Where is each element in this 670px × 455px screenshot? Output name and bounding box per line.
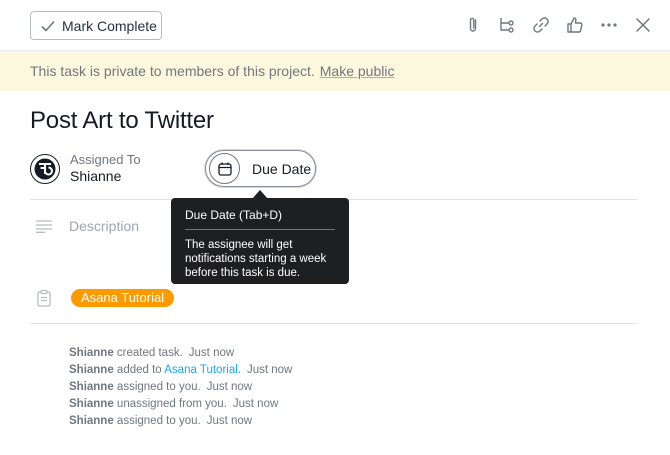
- assignee-field[interactable]: Assigned To Shianne: [30, 152, 141, 185]
- assignee-name: Shianne: [70, 168, 122, 184]
- activity-user[interactable]: Shianne: [69, 398, 114, 410]
- activity-user[interactable]: Shianne: [69, 364, 114, 376]
- activity-item: Shianne created task. Just now: [69, 345, 292, 362]
- link-icon[interactable]: [530, 14, 552, 36]
- activity-item: Shianne added to Asana Tutorial. Just now: [69, 362, 292, 379]
- activity-user[interactable]: Shianne: [69, 415, 114, 427]
- task-title[interactable]: Post Art to Twitter: [30, 107, 214, 135]
- description-input[interactable]: Description: [69, 218, 139, 234]
- make-public-link[interactable]: Make public: [320, 63, 395, 79]
- activity-time: Just now: [206, 381, 253, 393]
- check-icon: [41, 20, 55, 32]
- banner-text: This task is private to members of this …: [30, 63, 315, 79]
- activity-action: assigned to you.: [113, 415, 201, 427]
- close-icon[interactable]: [632, 14, 654, 36]
- toolbar-actions: [450, 14, 654, 36]
- mark-complete-label: Mark Complete: [62, 17, 157, 34]
- activity-time: Just now: [206, 415, 253, 427]
- tooltip-body: The assignee will get notifications star…: [185, 239, 327, 279]
- activity-item: Shianne assigned to you. Just now: [69, 379, 292, 396]
- activity-action: added to: [113, 364, 165, 376]
- activity-time: Just now: [246, 364, 293, 376]
- private-task-banner: This task is private to members of this …: [0, 51, 670, 91]
- tooltip-title: Due Date (Tab+D): [185, 208, 335, 230]
- activity-time: Just now: [232, 398, 279, 410]
- activity-item: Shianne unassigned from you. Just now: [69, 396, 292, 413]
- task-toolbar: Mark Complete: [0, 0, 670, 51]
- clipboard-icon: [37, 289, 51, 307]
- user-avatar-icon: [34, 158, 56, 179]
- due-date-label: Due Date: [252, 160, 312, 177]
- avatar: [30, 153, 60, 184]
- activity-time: Just now: [188, 347, 235, 359]
- description-icon: [36, 220, 52, 233]
- activity-feed: Shianne created task. Just now Shianne ad…: [69, 345, 292, 430]
- activity-item: Shianne assigned to you. Just now: [69, 413, 292, 430]
- assigned-to-label: Assigned To: [70, 152, 141, 167]
- project-tag[interactable]: Asana Tutorial: [71, 289, 175, 307]
- like-icon[interactable]: [564, 14, 586, 36]
- due-date-button[interactable]: Due Date: [205, 150, 316, 187]
- due-date-tooltip: Due Date (Tab+D) The assignee will get n…: [171, 198, 349, 284]
- activity-action: created task.: [113, 347, 183, 359]
- more-icon[interactable]: [598, 14, 620, 36]
- activity-action: assigned to you.: [113, 381, 201, 393]
- activity-action: unassigned from you.: [113, 398, 227, 410]
- divider: [30, 323, 638, 324]
- attachment-icon[interactable]: [462, 14, 484, 36]
- subtask-icon[interactable]: [496, 14, 518, 36]
- activity-project-link[interactable]: Asana Tutorial: [164, 364, 238, 376]
- activity-user[interactable]: Shianne: [69, 381, 114, 393]
- activity-user[interactable]: Shianne: [69, 347, 114, 359]
- activity-action-end: .: [237, 364, 241, 376]
- calendar-icon: [209, 153, 240, 184]
- mark-complete-button[interactable]: Mark Complete: [30, 11, 162, 40]
